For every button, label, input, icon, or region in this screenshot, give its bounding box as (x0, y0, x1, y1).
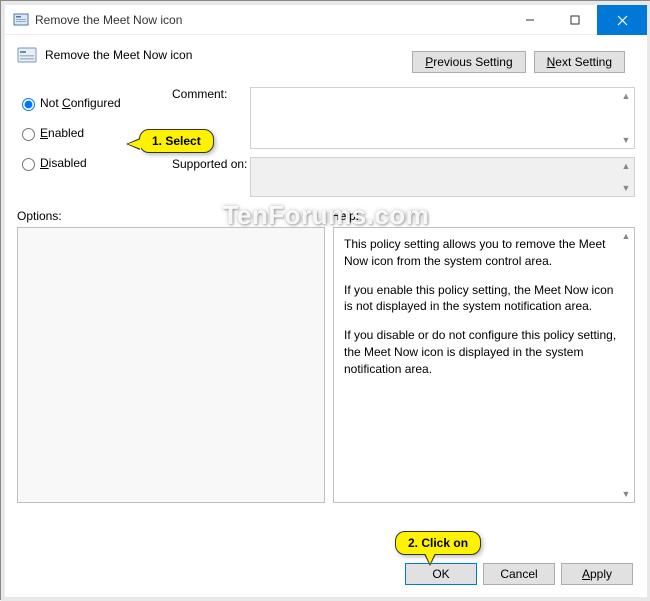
scroll-down-icon[interactable]: ▼ (619, 133, 633, 147)
dialog-footer: OK Cancel Apply (405, 563, 633, 585)
supported-scrollbar[interactable]: ▲ ▼ (619, 159, 633, 195)
annotation-click: 2. Click on (395, 531, 481, 555)
options-panel (17, 227, 325, 503)
previous-setting-button[interactable]: Previous Setting (412, 51, 525, 73)
comment-scrollbar[interactable]: ▲ ▼ (619, 89, 633, 147)
ok-button[interactable]: OK (405, 563, 477, 585)
close-button[interactable] (597, 5, 647, 35)
scroll-down-icon[interactable]: ▼ (619, 487, 633, 501)
help-label: Help: (331, 209, 359, 223)
maximize-button[interactable] (552, 5, 597, 35)
help-scrollbar[interactable]: ▲ ▼ (619, 229, 633, 501)
radio-disabled-input[interactable] (22, 158, 35, 171)
annotation-select: 1. Select (139, 129, 214, 153)
policy-title: Remove the Meet Now icon (45, 48, 192, 62)
help-panel: This policy setting allows you to remove… (333, 227, 635, 503)
app-icon (13, 12, 29, 28)
radio-disabled[interactable]: Disabled (17, 155, 172, 171)
next-setting-button[interactable]: Next Setting (534, 51, 625, 73)
supported-on-box: ▲ ▼ (250, 157, 635, 197)
apply-button[interactable]: Apply (561, 563, 633, 585)
help-text-p1: This policy setting allows you to remove… (344, 236, 618, 270)
comment-label: Comment: (172, 87, 250, 101)
scroll-up-icon[interactable]: ▲ (619, 159, 633, 173)
options-label: Options: (17, 209, 331, 223)
radio-not-configured-input[interactable] (22, 98, 35, 111)
help-text-p2: If you enable this policy setting, the M… (344, 282, 618, 316)
radio-not-configured[interactable]: Not Configured (17, 95, 172, 111)
scroll-up-icon[interactable]: ▲ (619, 89, 633, 103)
cancel-button[interactable]: Cancel (483, 563, 555, 585)
minimize-button[interactable] (507, 5, 552, 35)
comment-textarea[interactable]: ▲ ▼ (250, 87, 635, 149)
policy-icon (17, 45, 37, 65)
help-text-p3: If you disable or do not configure this … (344, 327, 618, 377)
scroll-up-icon[interactable]: ▲ (619, 229, 633, 243)
scroll-down-icon[interactable]: ▼ (619, 181, 633, 195)
title-bar: Remove the Meet Now icon (5, 5, 647, 35)
window-title: Remove the Meet Now icon (35, 13, 182, 27)
supported-on-label: Supported on: (172, 157, 250, 171)
radio-enabled-input[interactable] (22, 128, 35, 141)
